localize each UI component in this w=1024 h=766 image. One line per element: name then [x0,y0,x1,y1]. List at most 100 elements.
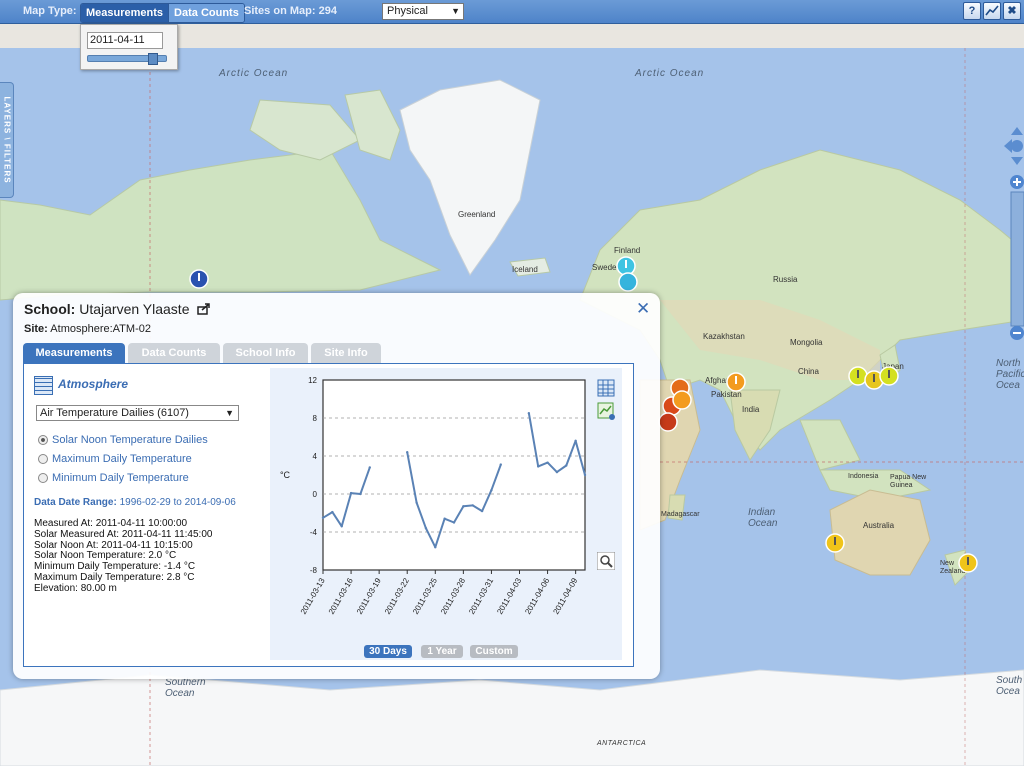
map-label-finland: Finland [614,246,641,255]
tab-site-info[interactable]: Site Info [311,343,381,363]
radio-label: Minimum Daily Temperature [52,472,189,484]
external-link-icon[interactable] [197,303,211,315]
map-label-sweden: Sweden [592,263,621,272]
zoom-chart-icon[interactable] [597,552,615,570]
data-point [321,516,325,519]
sites-label-text: Sites on Map: [244,5,316,17]
y-tick-label: 8 [313,414,318,423]
map-label-antarctica: ANTARCTICA [597,740,647,747]
x-tick-label: 2011-04-03 [495,576,523,616]
data-point [406,451,409,454]
chevron-down-icon: ▼ [451,6,460,16]
date-slider[interactable] [87,53,167,65]
pan-control[interactable] [1004,127,1023,165]
chart-area: -8 -4 0 4 8 12 °C 2011-03-13 2011-03-16 2011-03-1… [270,368,622,660]
dataset-select-value: Air Temperature Dailies (6107) [40,407,189,419]
data-point [443,517,446,520]
map-label-greenland: Greenland [458,210,496,219]
x-tick-label: 2011-03-13 [299,576,327,616]
y-tick-label: -4 [310,528,318,537]
site-info-popup: ✕ School: Utajarven Ylaaste Site: Atmosp… [13,293,660,679]
y-tick-label: 12 [308,376,317,385]
data-date-range: Data Date Range: 1996-02-29 to 2014-09-0… [34,497,236,508]
date-range-value: 1996-02-29 to 2014-09-06 [119,497,236,508]
date-picker: 2011-04-11 [80,24,178,70]
radio-max-daily[interactable]: Maximum Daily Temperature [38,453,192,465]
data-point [359,492,362,496]
radio-button[interactable] [38,473,48,484]
tab-school-info[interactable]: School Info [223,343,308,363]
data-point [574,439,577,442]
tab-data-counts[interactable]: Data Counts [128,343,220,363]
map-label-japan: Japan [882,362,904,371]
map-label-indian-ocean: Indian Ocean [748,507,778,529]
zoom-slider[interactable] [1010,191,1024,327]
help-button[interactable]: ? [963,2,981,20]
close-icon[interactable]: ✕ [636,299,650,319]
dataset-select[interactable]: Air Temperature Dailies (6107) ▼ [36,405,239,421]
map-label-indonesia: Indonesia [848,473,879,480]
map-label-southern-ocean: Southern Ocean [165,677,206,699]
map-label-new-zealand: New Zealand [940,560,966,575]
table-view-icon[interactable] [597,379,615,397]
school-heading: School: Utajarven Ylaaste [24,301,211,317]
data-point [527,412,531,415]
site-label: Site: [24,323,48,335]
data-point [555,470,559,474]
sites-count: 294 [318,5,337,17]
chart-icon [985,5,999,16]
y-tick-label: -8 [310,566,318,575]
map-label-iceland: Iceland [512,265,538,274]
map-label-arctic-ocean-west: Arctic Ocean [219,68,289,79]
data-point [565,464,568,467]
radio-button-selected[interactable] [38,435,48,446]
measurements-mode-button[interactable]: Measurements [81,4,169,22]
radio-solar-noon[interactable]: Solar Noon Temperature Dailies [38,434,208,446]
temperature-chart[interactable]: -8 -4 0 4 8 12 °C 2011-03-13 2011-03-16 2011-03-1… [270,368,622,638]
layers-filters-tab[interactable]: LAYERS \ FILTERS [0,82,14,198]
radio-label: Maximum Daily Temperature [52,453,192,465]
map-label-papua: Papua New Guinea [890,474,927,489]
data-point [480,509,484,513]
layers-filters-label: LAYERS \ FILTERS [2,96,12,184]
x-tick-label: 2011-03-19 [355,576,383,616]
data-point [415,501,418,504]
x-tick-label: 2011-03-22 [383,576,411,616]
data-point [340,525,343,528]
data-point [452,521,456,524]
range-1-year-button[interactable]: 1 Year [421,645,463,658]
map-label-arctic-ocean-east: Arctic Ocean [635,68,705,79]
tab-measurements[interactable]: Measurements [23,343,125,363]
radio-min-daily[interactable]: Minimum Daily Temperature [38,472,189,484]
date-input[interactable]: 2011-04-11 [87,32,163,49]
date-slider-handle[interactable] [148,53,158,65]
sites-on-map-label: Sites on Map: 294 [244,5,337,17]
map-label-australia: Australia [863,521,895,530]
map-label-north-pacific: North Pacific Ocea [996,358,1024,391]
measurements-panel: Atmosphere Air Temperature Dailies (6107… [23,363,634,667]
close-icon: ✖ [1007,5,1017,17]
chevron-down-icon: ▼ [225,408,234,418]
range-30-days-button[interactable]: 30 Days [364,645,412,658]
x-tick-label: 2011-03-31 [467,576,495,616]
add-chart-icon[interactable] [597,402,615,420]
close-app-button[interactable]: ✖ [1003,2,1021,20]
basemap-select[interactable]: Physical ▼ [382,3,464,20]
zoom-out-button[interactable] [1010,326,1024,340]
school-label: School: [24,301,76,317]
x-tick-label: 2011-04-09 [551,576,579,616]
map-label-russia: Russia [773,275,798,284]
data-point [583,473,587,477]
radio-button[interactable] [38,454,48,465]
data-counts-mode-button[interactable]: Data Counts [168,4,244,22]
chart-tool-button[interactable] [983,2,1001,20]
zoom-in-button[interactable] [1010,175,1024,189]
map-type-toggle: Measurements Data Counts [80,3,245,23]
range-custom-button[interactable]: Custom [470,645,518,658]
x-tick-label: 2011-03-28 [439,576,467,616]
map-label-pakistan: Pakistan [711,390,742,399]
map-label-china: China [798,367,819,376]
data-point [499,463,502,466]
detail-line: Solar Measured At: 2011-04-11 11:45:00 [34,528,213,540]
x-tick-label: 2011-03-16 [327,576,355,616]
